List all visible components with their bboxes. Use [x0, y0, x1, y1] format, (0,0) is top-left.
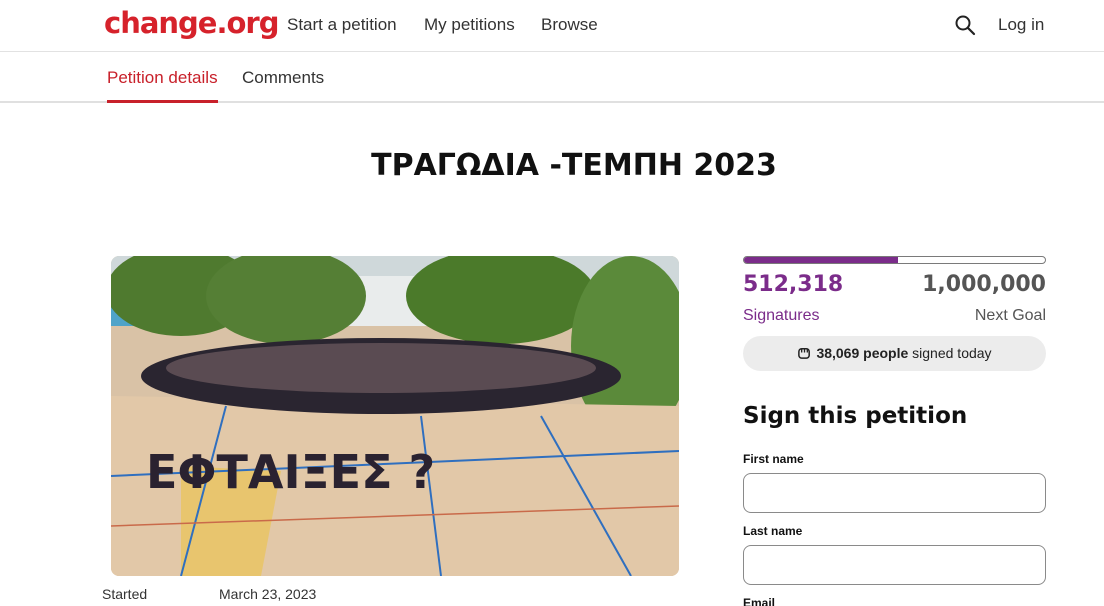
- petition-title: ΤΡΑΓΩΔΙΑ -ΤΕΜΠΗ 2023: [371, 148, 777, 183]
- tab-petition-details[interactable]: Petition details: [107, 68, 218, 88]
- signed-today-badge: 38,069 people signed today: [743, 336, 1046, 371]
- sign-petition-heading: Sign this petition: [743, 403, 968, 429]
- petition-photo: ΕΦΤΑΙΞΕΣ ?: [111, 256, 679, 576]
- last-name-field[interactable]: [743, 545, 1046, 585]
- signed-today-count: 38,069 people: [816, 345, 909, 361]
- signature-progress-bar: [743, 256, 1046, 264]
- tab-comments[interactable]: Comments: [242, 68, 324, 88]
- top-navigation-bar: change.org Start a petition My petitions…: [0, 0, 1104, 52]
- last-name-label: Last name: [743, 524, 803, 538]
- started-date: March 23, 2023: [219, 586, 317, 602]
- photo-formation-text: ΕΦΤΑΙΞΕΣ ?: [146, 445, 435, 499]
- first-name-label: First name: [743, 452, 804, 466]
- login-link[interactable]: Log in: [998, 15, 1044, 35]
- search-icon[interactable]: [954, 14, 976, 36]
- started-label: Started: [102, 586, 148, 602]
- petition-tabs: Petition details Comments: [0, 52, 1104, 103]
- fist-icon: [798, 348, 811, 359]
- signature-progress-fill: [744, 257, 899, 263]
- change-org-logo[interactable]: change.org: [104, 6, 279, 40]
- first-name-field[interactable]: [743, 473, 1046, 513]
- nav-my-petitions[interactable]: My petitions: [424, 15, 515, 35]
- nav-start-petition[interactable]: Start a petition: [287, 15, 397, 35]
- signature-count: 512,318: [743, 272, 844, 297]
- email-label: Email: [743, 596, 776, 606]
- goal-count: 1,000,000: [922, 272, 1046, 297]
- nav-browse[interactable]: Browse: [541, 15, 598, 35]
- signatures-label: Signatures: [743, 307, 820, 324]
- active-tab-indicator: [107, 100, 218, 103]
- next-goal-label: Next Goal: [974, 307, 1046, 324]
- signed-today-suffix: signed today: [908, 345, 992, 361]
